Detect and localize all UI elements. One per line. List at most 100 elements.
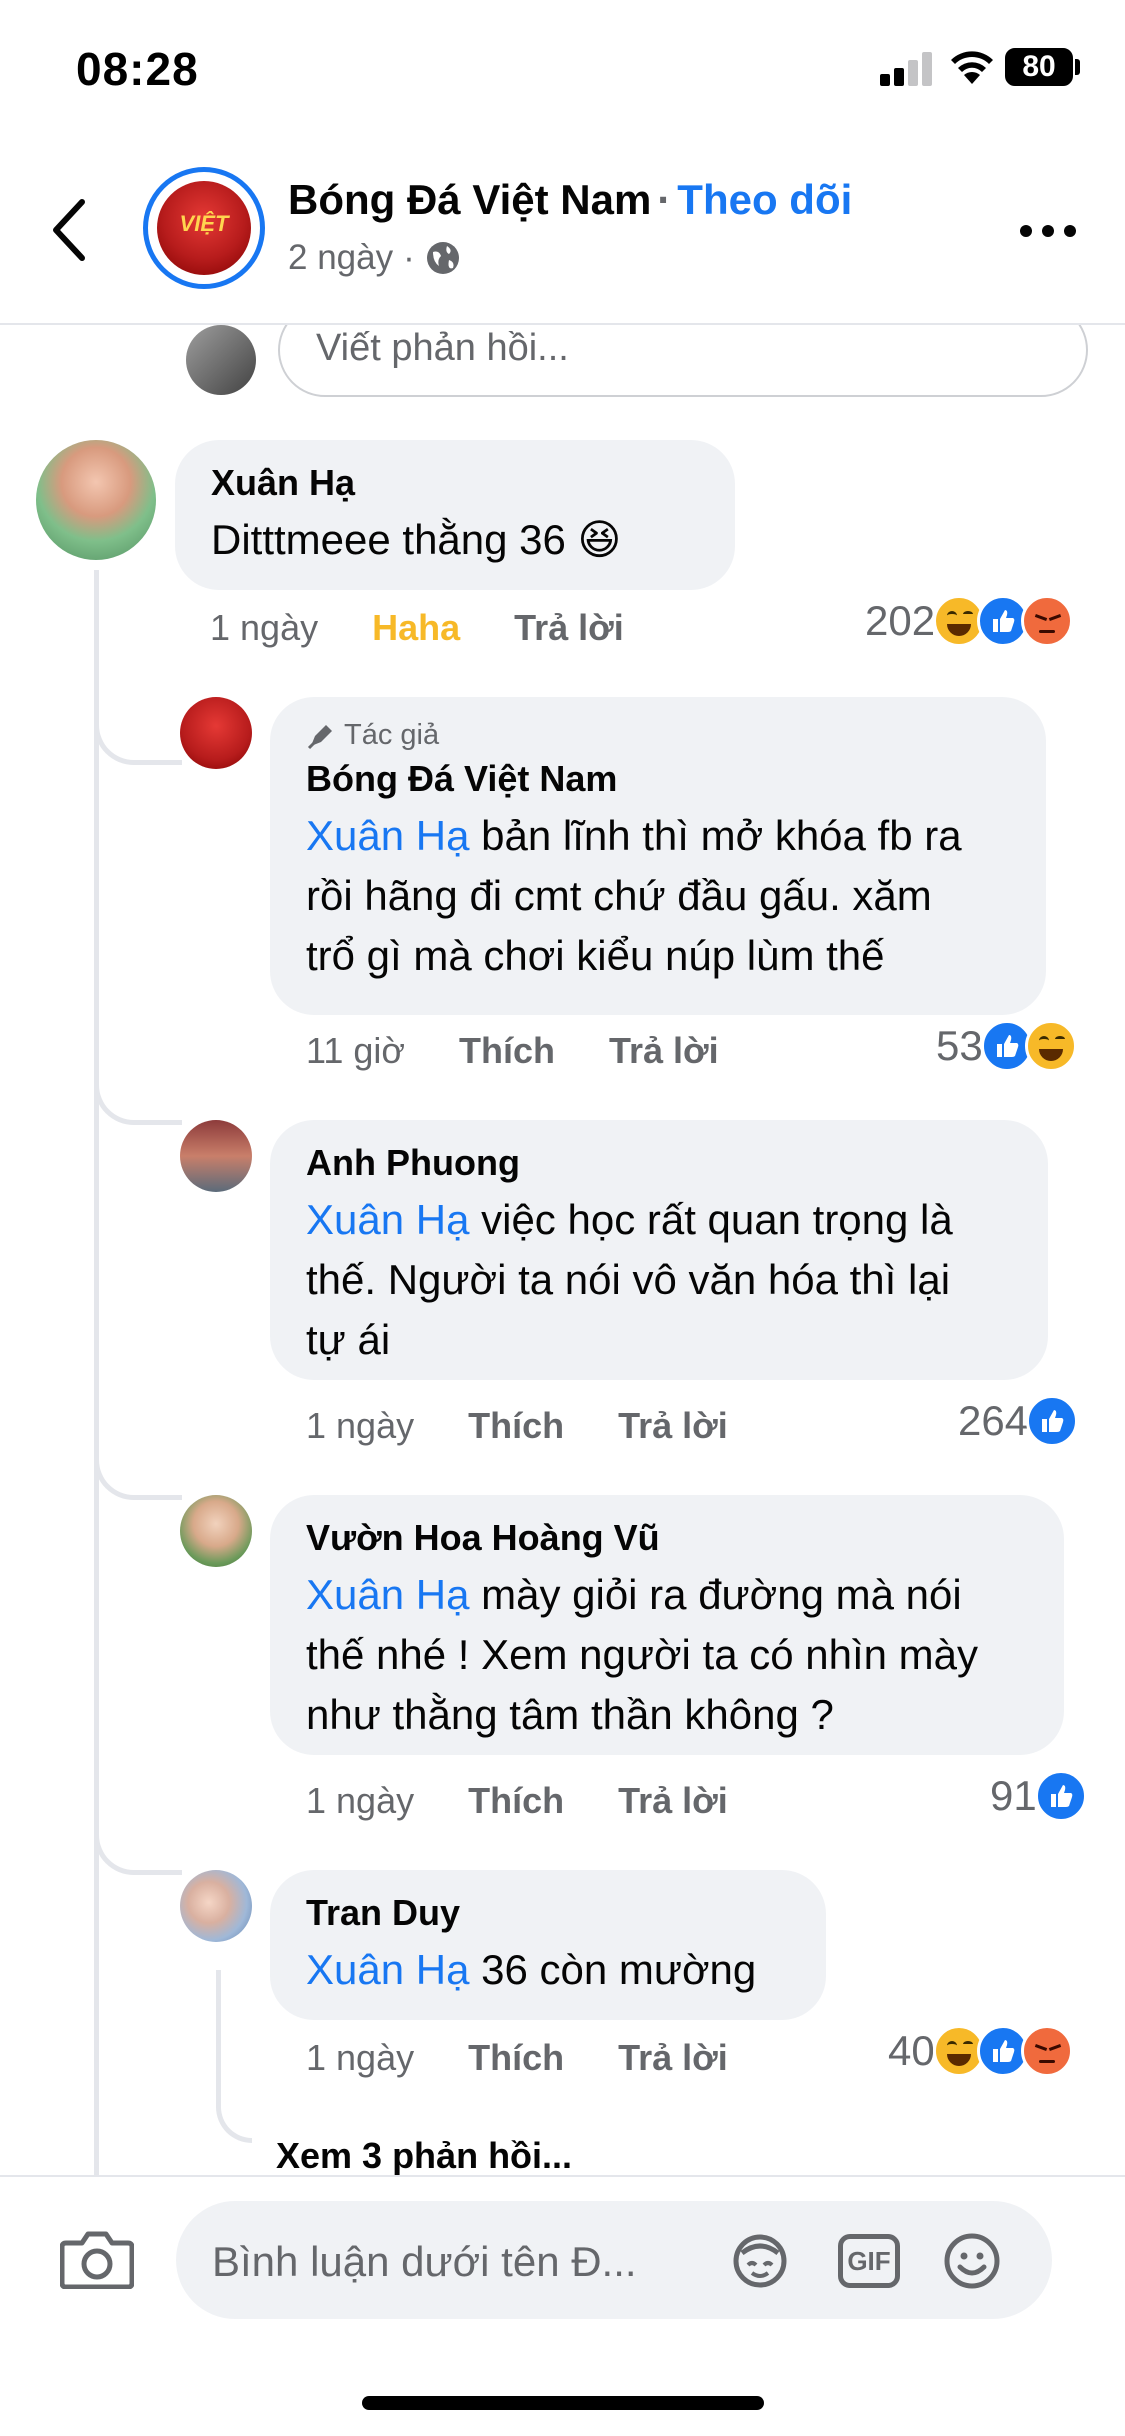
replier-name[interactable]: Vườn Hoa Hoàng Vũ <box>306 1517 1028 1559</box>
reply-text: Xuân Hạ việc học rất quan trọng là thế. … <box>306 1190 1012 1370</box>
camera-icon[interactable] <box>60 2229 134 2289</box>
angry-icon <box>1021 595 1074 647</box>
comment-composer: Bình luận dưới tên Đ... GIF <box>0 2175 1125 2335</box>
reply-actions: 1 ngày Thích Trả lời <box>306 1405 782 1447</box>
reply-text: Xuân Hạ mày giỏi ra đường mà nói thế nhé… <box>306 1565 1028 1745</box>
more-options-icon[interactable] <box>1020 216 1090 246</box>
home-indicator <box>362 2396 764 2410</box>
reply-text-line: tự ái <box>306 1316 391 1363</box>
mention-link[interactable]: Xuân Hạ <box>306 1571 469 1618</box>
reply-bubble[interactable]: Anh Phuong Xuân Hạ việc học rất quan trọ… <box>270 1120 1048 1380</box>
sub-thread-curve <box>216 2025 252 2143</box>
author-tag-label: Tác giả <box>344 719 440 751</box>
reply-button[interactable]: Trả lời <box>618 1405 728 1447</box>
like-button[interactable]: Thích <box>468 1780 564 1822</box>
battery-level: 80 <box>1022 50 1056 83</box>
replier-name[interactable]: Tran Duy <box>306 1892 790 1934</box>
reaction-count: 202 <box>865 597 936 644</box>
post-time[interactable]: 2 ngày <box>288 238 393 278</box>
reply-time[interactable]: 1 ngày <box>306 1780 414 1822</box>
emoji-icon[interactable] <box>942 2231 1002 2291</box>
replier-avatar[interactable] <box>180 1495 252 1567</box>
battery-tip <box>1075 59 1080 75</box>
comment-input-placeholder: Bình luận dưới tên Đ... <box>212 2238 637 2285</box>
cellular-signal-icon <box>880 50 936 86</box>
status-bar: 08:28 80 <box>0 0 1125 140</box>
thread-curve <box>94 685 182 765</box>
reaction-summary[interactable]: 91 <box>990 1770 1087 1822</box>
reply-text-line: 36 còn mường <box>469 1946 757 1993</box>
comment-input[interactable]: Bình luận dưới tên Đ... GIF <box>176 2201 1052 2319</box>
haha-icon <box>1024 1020 1077 1072</box>
page-title: Bóng Đá Việt Nam · Theo dõi <box>288 176 852 224</box>
reply-text-line: thế. Người ta nói vô văn hóa thì lại <box>306 1256 951 1303</box>
reply-actions: 1 ngày Thích Trả lời <box>306 2037 782 2079</box>
post-meta: 2 ngày · <box>288 238 461 278</box>
reply-text-line: trổ gì mà chơi kiểu núp lùm thế <box>306 932 885 979</box>
comment-time[interactable]: 1 ngày <box>210 607 318 649</box>
thread-curve <box>94 1420 182 1500</box>
gif-icon[interactable]: GIF <box>838 2234 900 2288</box>
author-avatar[interactable] <box>180 697 252 769</box>
thread-curve <box>94 1045 182 1125</box>
mention-link[interactable]: Xuân Hạ <box>306 1946 469 1993</box>
page-name[interactable]: Bóng Đá Việt Nam <box>288 176 651 223</box>
angry-icon <box>1020 2025 1073 2077</box>
comment-bubble[interactable]: Xuân Hạ Ditttmeee thằng 36 😆 <box>175 440 735 590</box>
reply-text-line: rồi hãng đi cmt chứ đầu gấu. xăm <box>306 872 932 919</box>
reaction-summary[interactable]: 40 <box>888 2025 1073 2077</box>
reply-text-line: như thằng tâm thần không ? <box>306 1691 834 1738</box>
page-avatar[interactable]: VIỆT <box>143 167 265 289</box>
reply-time[interactable]: 1 ngày <box>306 1405 414 1447</box>
replier-avatar[interactable] <box>180 1870 252 1942</box>
reaction-summary[interactable]: 53 <box>936 1020 1077 1072</box>
comment-actions: 1 ngày Haha Trả lời <box>210 607 678 649</box>
reply-text-line: mày giỏi ra đường mà nói <box>469 1571 962 1618</box>
follow-button[interactable]: Theo dõi <box>677 176 852 223</box>
reply-time[interactable]: 1 ngày <box>306 2037 414 2079</box>
comment-text: Ditttmeee thằng 36 😆 <box>211 516 622 563</box>
replier-avatar[interactable] <box>180 1120 252 1192</box>
commenter-name[interactable]: Xuân Hạ <box>211 462 699 504</box>
replier-name[interactable]: Anh Phuong <box>306 1142 1012 1184</box>
haha-button[interactable]: Haha <box>372 607 460 649</box>
reply-input-row: Viết phản hồi... <box>0 325 1125 425</box>
reply-bubble[interactable]: Tác giả Bóng Đá Việt Nam Xuân Hạ bản lĩn… <box>270 697 1046 1015</box>
page-avatar-logo: VIỆT <box>179 211 229 236</box>
comments-section: Viết phản hồi... Xuân Hạ Ditttmeee thằng… <box>0 325 1125 2175</box>
reply-time[interactable]: 11 giờ <box>306 1030 405 1072</box>
see-more-replies[interactable]: Xem 3 phản hồi... <box>276 2135 572 2175</box>
reply-bubble[interactable]: Vườn Hoa Hoàng Vũ Xuân Hạ mày giỏi ra đư… <box>270 1495 1064 1755</box>
commenter-avatar[interactable] <box>36 440 156 560</box>
wifi-icon <box>951 51 993 84</box>
like-button[interactable]: Thích <box>459 1030 555 1072</box>
reply-input[interactable]: Viết phản hồi... <box>278 325 1088 397</box>
avatar-sticker-icon[interactable] <box>730 2231 790 2291</box>
status-time: 08:28 <box>76 43 199 95</box>
like-button[interactable]: Thích <box>468 1405 564 1447</box>
reply-button[interactable]: Trả lời <box>609 1030 719 1072</box>
like-button[interactable]: Thích <box>468 2037 564 2079</box>
post-header: VIỆT Bóng Đá Việt Nam · Theo dõi 2 ngày · <box>0 140 1125 325</box>
gif-label: GIF <box>847 2246 891 2276</box>
title-separator: · <box>657 176 672 223</box>
globe-icon <box>426 242 459 274</box>
thread-curve <box>94 1795 182 1875</box>
reply-actions: 11 giờ Thích Trả lời <box>306 1030 773 1072</box>
reply-text: Xuân Hạ bản lĩnh thì mở khóa fb ra rồi h… <box>306 806 1010 986</box>
back-icon[interactable] <box>42 190 102 270</box>
reaction-summary[interactable]: 202 <box>865 595 1074 647</box>
reply-button[interactable]: Trả lời <box>618 1780 728 1822</box>
reply-bubble[interactable]: Tran Duy Xuân Hạ 36 còn mường <box>270 1870 826 2020</box>
reply-button[interactable]: Trả lời <box>514 607 624 649</box>
mention-link[interactable]: Xuân Hạ <box>306 1196 469 1243</box>
reply-text-line: việc học rất quan trọng là <box>469 1196 953 1243</box>
replier-name[interactable]: Bóng Đá Việt Nam <box>306 758 1010 800</box>
reaction-count: 53 <box>936 1022 983 1069</box>
reply-text: Xuân Hạ 36 còn mường <box>306 1940 790 2000</box>
meta-dot: · <box>403 238 415 277</box>
reaction-summary[interactable]: 264 <box>958 1395 1079 1447</box>
reply-actions: 1 ngày Thích Trả lời <box>306 1780 782 1822</box>
mention-link[interactable]: Xuân Hạ <box>306 812 469 859</box>
reply-button[interactable]: Trả lời <box>618 2037 728 2079</box>
